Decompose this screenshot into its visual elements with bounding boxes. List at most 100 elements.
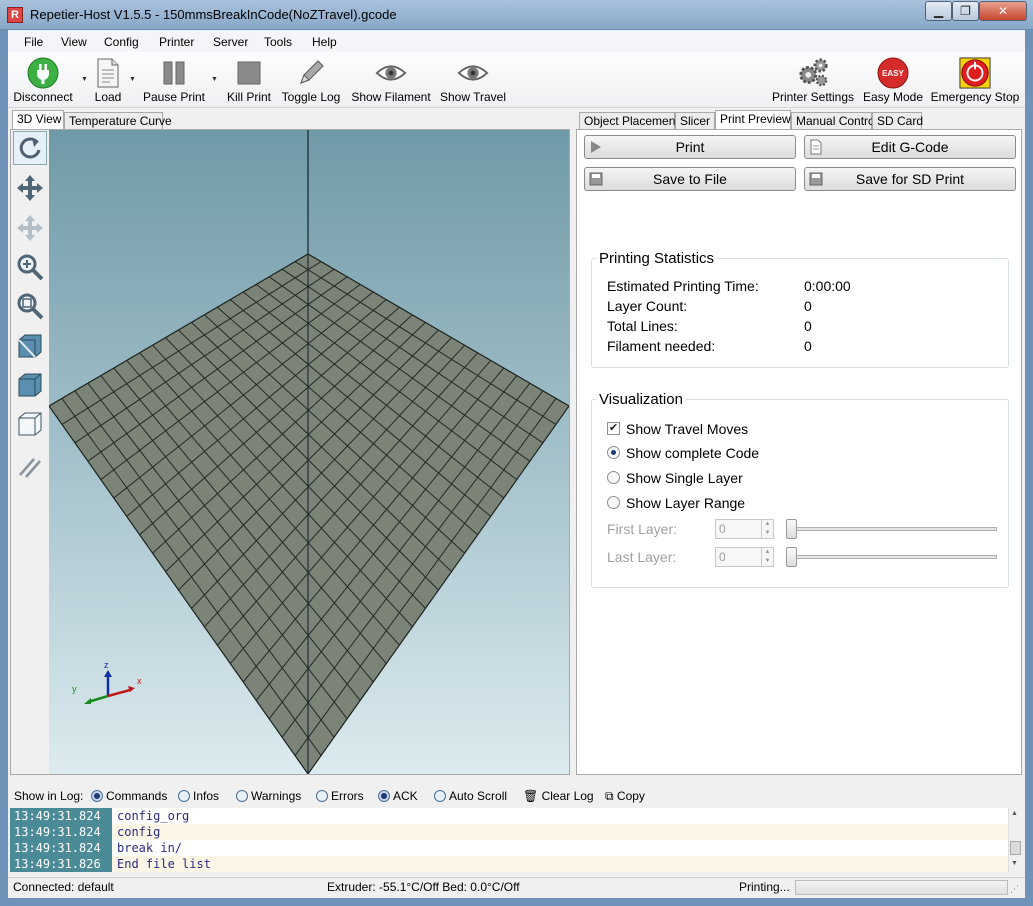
tab-slicer[interactable]: Slicer — [675, 112, 715, 130]
last-layer-slider-track — [786, 555, 997, 559]
log-errors-toggle[interactable]: Errors — [316, 789, 364, 803]
scroll-down-icon[interactable]: ▼ — [1011, 860, 1018, 867]
parallel-lines-icon[interactable] — [13, 450, 47, 484]
show-layer-range-radio[interactable] — [607, 496, 620, 509]
menu-tools[interactable]: Tools — [264, 35, 292, 49]
edit-gcode-button[interactable]: Edit G-Code — [804, 135, 1016, 159]
log-errors-label: Errors — [331, 789, 364, 803]
stop-icon — [233, 57, 265, 89]
warnings-radio-icon — [236, 790, 248, 802]
scroll-thumb[interactable] — [1010, 841, 1021, 855]
tab-3d-view[interactable]: 3D View — [12, 110, 64, 130]
load-button[interactable]: Load — [90, 54, 126, 106]
toggle-log-label: Toggle Log — [281, 90, 341, 104]
pause-print-button[interactable]: Pause Print — [141, 54, 207, 106]
first-layer-label: First Layer: — [607, 521, 678, 537]
resize-grip-icon[interactable]: ⋰ — [1010, 884, 1019, 895]
connection-status: Connected: default — [13, 880, 114, 894]
spin-down-icon[interactable]: ▼ — [761, 529, 773, 538]
move-object-icon[interactable] — [13, 211, 47, 245]
show-complete-code-radio[interactable] — [607, 446, 620, 459]
z-axis-label: z — [104, 660, 109, 670]
log-ack-toggle[interactable]: ACK — [378, 789, 418, 803]
log-timestamp: 13:49:31.826 — [10, 856, 112, 872]
menu-view[interactable]: View — [61, 35, 87, 49]
tab-temperature-curve[interactable]: Temperature Curve — [64, 112, 172, 130]
log-infos-label: Infos — [193, 789, 220, 803]
menu-config[interactable]: Config — [104, 35, 139, 49]
document-icon — [92, 57, 124, 89]
menu-server[interactable]: Server — [213, 35, 248, 49]
log-commands-label: Commands — [106, 789, 168, 803]
menu-file[interactable]: File — [24, 35, 43, 49]
first-layer-slider-thumb[interactable] — [786, 519, 797, 539]
emergency-stop-button[interactable]: Emergency Stop — [930, 54, 1020, 106]
pause-icon — [158, 57, 190, 89]
spin-down-icon[interactable]: ▼ — [761, 557, 773, 566]
scroll-up-icon[interactable]: ▲ — [1011, 810, 1018, 817]
spin-up-icon[interactable]: ▲ — [761, 548, 773, 557]
tab-manual-control[interactable]: Manual Control — [791, 112, 877, 130]
pause-dropdown-arrow[interactable]: ▼ — [211, 76, 218, 83]
last-layer-spinner[interactable]: 0 ▲ ▼ — [715, 547, 774, 567]
save-sd-print-label: Save for SD Print — [855, 171, 965, 187]
log-infos-toggle[interactable]: Infos — [178, 789, 219, 803]
toggle-log-button[interactable]: Toggle Log — [279, 54, 343, 106]
print-button[interactable]: Print — [584, 135, 796, 159]
log-message: break in/ — [117, 841, 183, 855]
first-layer-spinner[interactable]: 0 ▲ ▼ — [715, 519, 774, 539]
load-dropdown-arrow[interactable]: ▼ — [129, 76, 136, 83]
view-top-icon[interactable] — [13, 368, 47, 402]
menu-printer[interactable]: Printer — [159, 35, 194, 49]
show-single-layer-radio[interactable] — [607, 471, 620, 484]
minimize-button[interactable]: ▁ — [925, 1, 952, 21]
log-warnings-toggle[interactable]: Warnings — [236, 789, 301, 803]
first-layer-value: 0 — [719, 522, 726, 536]
zoom-icon[interactable] — [13, 250, 47, 284]
easy-mode-button[interactable]: EASY Easy Mode — [862, 54, 924, 106]
trash-icon: 🗑 — [523, 789, 539, 803]
eye-icon — [375, 57, 407, 89]
tab-object-placement[interactable]: Object Placement — [579, 112, 679, 130]
disconnect-button[interactable]: Disconnect — [11, 54, 75, 106]
kill-print-label: Kill Print — [226, 90, 271, 104]
close-button[interactable]: ✕ — [979, 1, 1027, 21]
rotate-icon[interactable] — [13, 131, 47, 165]
show-travel-button[interactable]: Show Travel — [439, 54, 507, 106]
view-front-icon[interactable] — [13, 329, 47, 363]
clear-log-button[interactable]: 🗑 Clear Log — [523, 789, 594, 803]
show-travel-moves-label: Show Travel Moves — [626, 421, 749, 437]
log-message: config_org — [117, 809, 190, 823]
print-button-label: Print — [675, 139, 705, 155]
log-scrollbar[interactable]: ▲ ▼ — [1008, 808, 1023, 872]
move-icon[interactable] — [13, 171, 47, 205]
printer-settings-button[interactable]: Printer Settings — [771, 54, 855, 106]
disconnect-dropdown-arrow[interactable]: ▼ — [81, 76, 88, 83]
tab-print-preview[interactable]: Print Preview — [715, 110, 791, 130]
maximize-button[interactable]: ❐ — [952, 1, 979, 21]
visualization-title: Visualization — [596, 391, 686, 408]
log-commands-toggle[interactable]: Commands — [91, 789, 167, 803]
tab-sd-card[interactable]: SD Card — [872, 112, 923, 130]
total-lines-label: Total Lines: — [607, 318, 678, 334]
last-layer-slider-thumb[interactable] — [786, 547, 797, 567]
filament-needed-label: Filament needed: — [607, 338, 716, 354]
spin-up-icon[interactable]: ▲ — [761, 520, 773, 529]
infos-radio-icon — [178, 790, 190, 802]
show-in-log-label: Show in Log: — [14, 789, 84, 803]
log-auto-scroll-toggle[interactable]: Auto Scroll — [434, 789, 507, 803]
3d-viewport[interactable]: z y x — [49, 130, 569, 774]
filament-needed-value: 0 — [804, 338, 812, 354]
view-side-icon[interactable] — [13, 407, 47, 441]
log-auto-scroll-label: Auto Scroll — [449, 789, 508, 803]
show-filament-button[interactable]: Show Filament — [350, 54, 432, 106]
fit-view-icon[interactable] — [13, 289, 47, 323]
document-icon — [810, 139, 822, 155]
menu-help[interactable]: Help — [312, 35, 337, 49]
copy-log-button[interactable]: ⧉ Copy — [605, 789, 645, 804]
show-travel-moves-checkbox[interactable]: ✔ — [607, 422, 620, 435]
save-sd-print-button[interactable]: Save for SD Print — [804, 167, 1016, 191]
kill-print-button[interactable]: Kill Print — [224, 54, 274, 106]
save-to-file-button[interactable]: Save to File — [584, 167, 796, 191]
log-ack-label: ACK — [393, 789, 418, 803]
